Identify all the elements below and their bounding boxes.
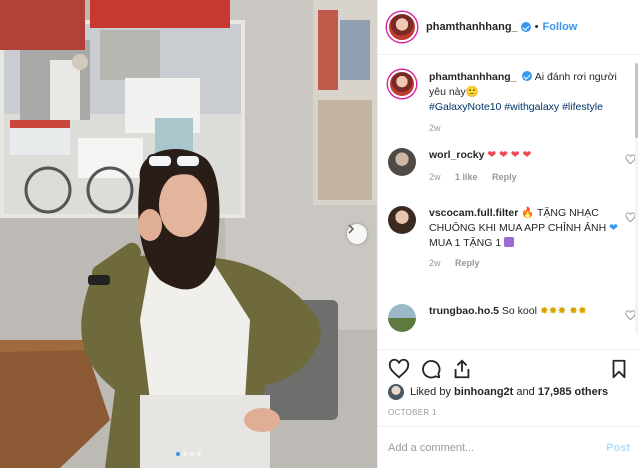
- heart-emoji-icon: ❤ ❤ ❤ ❤: [487, 149, 532, 161]
- comment-bubble-icon[interactable]: [420, 358, 442, 380]
- share-icon[interactable]: [451, 358, 473, 380]
- post-comment-button[interactable]: Post: [606, 442, 630, 454]
- post-date[interactable]: OCTOBER 1: [388, 408, 437, 417]
- verified-badge-icon: [522, 71, 533, 81]
- comment-like-count[interactable]: 1 like: [455, 172, 478, 182]
- author-username[interactable]: phamthanhhang_: [426, 21, 518, 33]
- commenter-avatar[interactable]: [388, 206, 416, 234]
- comment-item: worl_rocky ❤ ❤ ❤ ❤ 2w 1 like Reply: [388, 148, 636, 182]
- reply-button[interactable]: Reply: [455, 258, 480, 268]
- caption-hashtags[interactable]: #GalaxyNote10 #withgalaxy #lifestyle: [429, 101, 603, 113]
- likes-summary: Liked by binhoang2t and 17,985 others: [388, 384, 608, 400]
- add-comment-bar: Add a comment... Post: [378, 426, 640, 468]
- likes-prefix: Liked by: [410, 386, 451, 398]
- gift-emoji-icon: [504, 237, 515, 247]
- carousel-dot: [183, 452, 187, 456]
- likes-count[interactable]: 17,985 others: [538, 386, 608, 398]
- author-avatar[interactable]: [387, 12, 417, 42]
- like-heart-icon[interactable]: [388, 358, 410, 380]
- commenter-avatar[interactable]: [388, 304, 416, 332]
- reply-button[interactable]: Reply: [492, 172, 517, 182]
- smile-emoji-icon: 🙂: [465, 86, 479, 98]
- comment-username[interactable]: trungbao.ho.5: [429, 305, 499, 317]
- next-photo-button[interactable]: [347, 224, 367, 244]
- comment-scrollbar-thumb[interactable]: [635, 63, 638, 138]
- comment-username[interactable]: vscocam.full.filter: [429, 207, 518, 219]
- comment-text: So kool: [501, 305, 537, 317]
- post-sidebar: phamthanhhang_ • Follow phamthanhhang_ A…: [377, 0, 640, 468]
- fire-emoji-icon: 🔥: [521, 207, 535, 219]
- follow-button[interactable]: Follow: [543, 21, 578, 33]
- comment-username[interactable]: worl_rocky: [429, 149, 484, 161]
- comment-item: trungbao.ho.5 So kool ✸✸✸ ✸✸: [388, 304, 636, 332]
- sparkle-emoji-icon: ✸✸✸ ✸✸: [539, 305, 587, 317]
- comment-time[interactable]: 2w: [429, 172, 441, 182]
- author-avatar[interactable]: [388, 70, 416, 98]
- carousel-dot: [197, 452, 201, 456]
- chevron-right-icon: [348, 224, 355, 234]
- photo-illustration: [0, 0, 377, 468]
- caption: phamthanhhang_ Ai đánh rơi người yêu này…: [388, 70, 628, 133]
- comment-text-2: MUA 1 TẶNG 1: [429, 237, 502, 249]
- separator-dot: •: [534, 21, 539, 33]
- post-photo[interactable]: [0, 0, 377, 468]
- caption-username[interactable]: phamthanhhang_: [429, 71, 517, 83]
- bookmark-icon[interactable]: [608, 358, 630, 380]
- comment-list[interactable]: phamthanhhang_ Ai đánh rơi người yêu này…: [378, 56, 640, 346]
- commenter-avatar[interactable]: [388, 148, 416, 176]
- likes-middle: and: [516, 386, 535, 398]
- carousel-dot-active: [176, 452, 180, 456]
- caption-time[interactable]: 2w: [429, 123, 441, 133]
- add-comment-input[interactable]: Add a comment...: [388, 442, 474, 454]
- comment-item: vscocam.full.filter 🔥 TẶNG NHẠC CHUÔNG K…: [388, 206, 636, 268]
- carousel-indicator: [176, 452, 201, 456]
- blue-heart-emoji-icon: ❤: [609, 222, 618, 234]
- comment-time[interactable]: 2w: [429, 258, 441, 268]
- post-header: phamthanhhang_ • Follow: [378, 0, 640, 55]
- carousel-dot: [190, 452, 194, 456]
- verified-badge-icon: [520, 22, 531, 32]
- liker-avatar[interactable]: [388, 384, 404, 400]
- action-bar: [378, 349, 640, 385]
- liker-username[interactable]: binhoang2t: [454, 386, 513, 398]
